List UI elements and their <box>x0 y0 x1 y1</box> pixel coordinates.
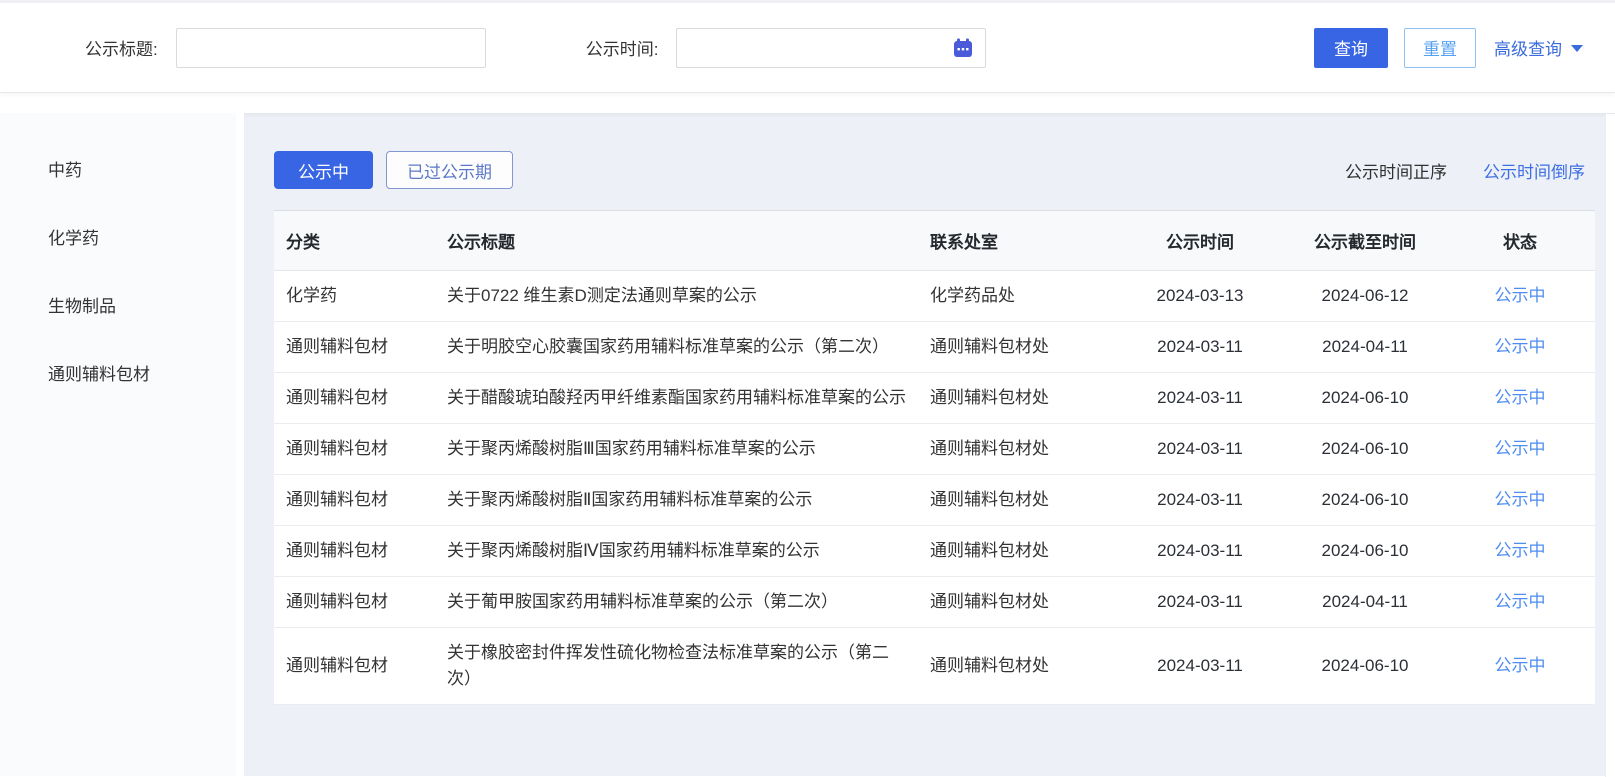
header-deadline: 公示截至时间 <box>1285 211 1445 271</box>
header-category: 分类 <box>274 211 437 271</box>
header-gap <box>0 93 1615 113</box>
category-cell: 通则辅料包材 <box>274 628 437 705</box>
table-row: 通则辅料包材 关于聚丙烯酸树脂Ⅲ国家药用辅料标准草案的公示 通则辅料包材处 20… <box>274 424 1595 475</box>
status-link[interactable]: 公示中 <box>1495 286 1546 305</box>
notice-title-link[interactable]: 关于0722 维生素D测定法通则草案的公示 <box>437 271 920 322</box>
advanced-search-label: 高级查询 <box>1494 35 1562 60</box>
header-office: 联系处室 <box>920 211 1115 271</box>
office-cell: 通则辅料包材处 <box>920 526 1115 577</box>
tab-in-notice[interactable]: 公示中 <box>274 151 373 189</box>
notice-title-link[interactable]: 关于明胶空心胶囊国家药用辅料标准草案的公示（第二次） <box>437 322 920 373</box>
office-cell: 通则辅料包材处 <box>920 577 1115 628</box>
calendar-icon[interactable] <box>952 37 974 59</box>
category-cell: 通则辅料包材 <box>274 475 437 526</box>
notice-title-input[interactable] <box>176 28 486 68</box>
publish-date-cell: 2024-03-11 <box>1115 526 1285 577</box>
publish-date-cell: 2024-03-11 <box>1115 628 1285 705</box>
category-cell: 通则辅料包材 <box>274 322 437 373</box>
deadline-cell: 2024-06-10 <box>1285 628 1445 705</box>
deadline-cell: 2024-06-12 <box>1285 271 1445 322</box>
reset-button[interactable]: 重置 <box>1404 28 1476 68</box>
sort-links: 公示时间正序 公示时间倒序 <box>1345 158 1595 183</box>
deadline-cell: 2024-06-10 <box>1285 424 1445 475</box>
filter-bar: 公示标题: 公示时间: 查询 重置 高级查询 <box>0 3 1615 93</box>
header-status: 状态 <box>1445 211 1595 271</box>
status-link[interactable]: 公示中 <box>1495 656 1546 675</box>
table-row: 通则辅料包材 关于明胶空心胶囊国家药用辅料标准草案的公示（第二次） 通则辅料包材… <box>274 322 1595 373</box>
publish-date-cell: 2024-03-11 <box>1115 577 1285 628</box>
office-cell: 通则辅料包材处 <box>920 373 1115 424</box>
content-panel: 公示中 已过公示期 公示时间正序 公示时间倒序 分类 公示标题 联系处室 公示时… <box>244 113 1615 776</box>
notice-table: 分类 公示标题 联系处室 公示时间 公示截至时间 状态 化学药 关于0722 维… <box>274 211 1595 705</box>
page-scrollbar[interactable] <box>1605 114 1615 777</box>
publish-date-cell: 2024-03-11 <box>1115 475 1285 526</box>
filter-actions: 查询 重置 高级查询 <box>1314 28 1615 68</box>
notice-title-label: 公示标题: <box>85 35 158 60</box>
notice-time-label: 公示时间: <box>586 35 659 60</box>
deadline-cell: 2024-06-10 <box>1285 475 1445 526</box>
notice-title-link[interactable]: 关于聚丙烯酸树脂Ⅱ国家药用辅料标准草案的公示 <box>437 475 920 526</box>
publish-date-cell: 2024-03-13 <box>1115 271 1285 322</box>
deadline-cell: 2024-04-11 <box>1285 577 1445 628</box>
notice-title-link[interactable]: 关于聚丙烯酸树脂Ⅳ国家药用辅料标准草案的公示 <box>437 526 920 577</box>
status-link[interactable]: 公示中 <box>1495 439 1546 458</box>
office-cell: 通则辅料包材处 <box>920 475 1115 526</box>
deadline-cell: 2024-04-11 <box>1285 322 1445 373</box>
status-toolbar: 公示中 已过公示期 公示时间正序 公示时间倒序 <box>274 151 1595 189</box>
table-row: 通则辅料包材 关于橡胶密封件挥发性硫化物检查法标准草案的公示（第二次） 通则辅料… <box>274 628 1595 705</box>
status-link[interactable]: 公示中 <box>1495 388 1546 407</box>
tab-expired-notice[interactable]: 已过公示期 <box>386 151 513 189</box>
header-publish-date: 公示时间 <box>1115 211 1285 271</box>
category-cell: 通则辅料包材 <box>274 577 437 628</box>
chevron-down-icon <box>1571 45 1583 52</box>
date-input-wrap <box>676 28 986 68</box>
category-cell: 通则辅料包材 <box>274 373 437 424</box>
status-link[interactable]: 公示中 <box>1495 490 1546 509</box>
office-cell: 通则辅料包材处 <box>920 628 1115 705</box>
category-cell: 通则辅料包材 <box>274 526 437 577</box>
notice-title-link[interactable]: 关于醋酸琥珀酸羟丙甲纤维素酯国家药用辅料标准草案的公示 <box>437 373 920 424</box>
status-link[interactable]: 公示中 <box>1495 541 1546 560</box>
advanced-search-button[interactable]: 高级查询 <box>1494 35 1583 60</box>
office-cell: 通则辅料包材处 <box>920 424 1115 475</box>
publish-date-cell: 2024-03-11 <box>1115 373 1285 424</box>
category-sidebar: 中药 化学药 生物制品 通则辅料包材 <box>0 113 236 776</box>
office-cell: 通则辅料包材处 <box>920 322 1115 373</box>
status-link[interactable]: 公示中 <box>1495 337 1546 356</box>
notice-title-link[interactable]: 关于橡胶密封件挥发性硫化物检查法标准草案的公示（第二次） <box>437 628 920 705</box>
main-area: 中药 化学药 生物制品 通则辅料包材 公示中 已过公示期 公示时间正序 公示时间… <box>0 113 1615 776</box>
deadline-cell: 2024-06-10 <box>1285 373 1445 424</box>
table-row: 通则辅料包材 关于葡甲胺国家药用辅料标准草案的公示（第二次） 通则辅料包材处 2… <box>274 577 1595 628</box>
search-button[interactable]: 查询 <box>1314 28 1388 68</box>
notice-title-link[interactable]: 关于聚丙烯酸树脂Ⅲ国家药用辅料标准草案的公示 <box>437 424 920 475</box>
sidebar-item-tongzefuliao[interactable]: 通则辅料包材 <box>0 341 236 409</box>
publish-date-cell: 2024-03-11 <box>1115 322 1285 373</box>
notice-table-card: 分类 公示标题 联系处室 公示时间 公示截至时间 状态 化学药 关于0722 维… <box>274 210 1595 705</box>
publish-date-cell: 2024-03-11 <box>1115 424 1285 475</box>
sort-time-desc-link[interactable]: 公示时间倒序 <box>1483 158 1585 183</box>
notice-time-input[interactable] <box>676 28 986 68</box>
sidebar-item-shengwuzhipin[interactable]: 生物制品 <box>0 273 236 341</box>
header-title: 公示标题 <box>437 211 920 271</box>
sidebar-item-zhongyao[interactable]: 中药 <box>0 137 236 205</box>
category-cell: 通则辅料包材 <box>274 424 437 475</box>
table-row: 通则辅料包材 关于醋酸琥珀酸羟丙甲纤维素酯国家药用辅料标准草案的公示 通则辅料包… <box>274 373 1595 424</box>
page: 公示标题: 公示时间: 查询 重置 高级查询 中药 <box>0 0 1615 777</box>
table-header-row: 分类 公示标题 联系处室 公示时间 公示截至时间 状态 <box>274 211 1595 271</box>
deadline-cell: 2024-06-10 <box>1285 526 1445 577</box>
table-row: 通则辅料包材 关于聚丙烯酸树脂Ⅳ国家药用辅料标准草案的公示 通则辅料包材处 20… <box>274 526 1595 577</box>
office-cell: 化学药品处 <box>920 271 1115 322</box>
notice-title-link[interactable]: 关于葡甲胺国家药用辅料标准草案的公示（第二次） <box>437 577 920 628</box>
sidebar-scrollbar[interactable] <box>236 113 244 776</box>
status-link[interactable]: 公示中 <box>1495 592 1546 611</box>
sidebar-item-huaxueyao[interactable]: 化学药 <box>0 205 236 273</box>
table-row: 通则辅料包材 关于聚丙烯酸树脂Ⅱ国家药用辅料标准草案的公示 通则辅料包材处 20… <box>274 475 1595 526</box>
category-cell: 化学药 <box>274 271 437 322</box>
sort-time-asc-link[interactable]: 公示时间正序 <box>1345 158 1447 183</box>
table-row: 化学药 关于0722 维生素D测定法通则草案的公示 化学药品处 2024-03-… <box>274 271 1595 322</box>
